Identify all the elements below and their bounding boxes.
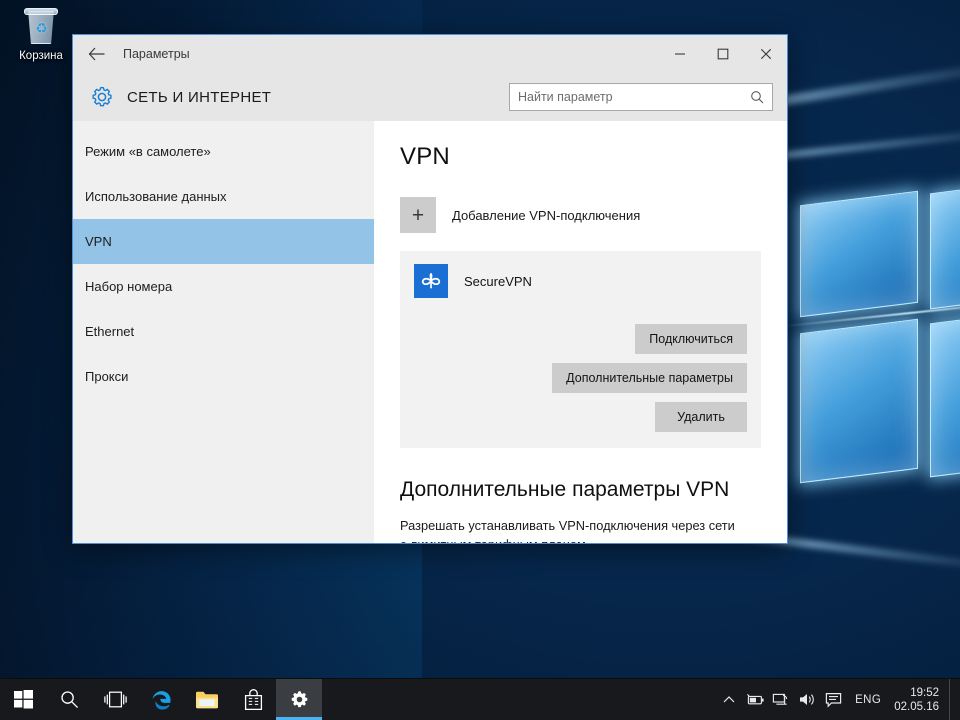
maximize-button[interactable] — [701, 35, 744, 73]
vpn-connection-name: SecureVPN — [448, 274, 532, 289]
content-pane: VPN + Добавление VPN-подключения — [374, 121, 787, 543]
minimize-icon — [674, 48, 686, 60]
folder-icon — [195, 690, 219, 710]
sidebar-nav: Режим «в самолете» Использование данных … — [73, 121, 374, 543]
edge-button[interactable] — [138, 679, 184, 720]
category-header: СЕТЬ И ИНТЕРНЕТ — [73, 73, 787, 121]
settings-button[interactable] — [276, 679, 322, 720]
vpn-card-actions: Подключиться Дополнительные параметры Уд… — [414, 324, 747, 432]
search-button[interactable] — [46, 679, 92, 720]
recycle-bin-icon: ♻ — [20, 6, 62, 48]
remove-button[interactable]: Удалить — [655, 402, 747, 432]
tray-chevron-up-icon[interactable] — [716, 679, 742, 720]
add-vpn-label: Добавление VPN-подключения — [436, 208, 640, 223]
show-desktop-button[interactable] — [949, 679, 956, 720]
connect-button[interactable]: Подключиться — [635, 324, 747, 354]
system-tray: ENG 19:52 02.05.16 — [716, 679, 960, 720]
sidebar-item-dial-up[interactable]: Набор номера — [73, 264, 374, 309]
sidebar-item-data-usage[interactable]: Использование данных — [73, 174, 374, 219]
window-title: Параметры — [119, 47, 190, 61]
sidebar-item-label: Использование данных — [85, 189, 227, 204]
category-gear-icon — [85, 85, 119, 109]
recycle-symbol-icon: ♻ — [34, 21, 49, 36]
action-center-icon[interactable] — [820, 679, 846, 720]
category-title: СЕТЬ И ИНТЕРНЕТ — [119, 89, 271, 106]
store-bag-icon — [243, 689, 264, 711]
search-container — [509, 83, 773, 111]
file-explorer-button[interactable] — [184, 679, 230, 720]
search-icon — [60, 690, 79, 709]
desktop-icon-recycle-bin[interactable]: ♻ Корзина — [8, 6, 74, 63]
sidebar-item-label: Набор номера — [85, 279, 172, 294]
search-icon — [750, 90, 764, 104]
close-button[interactable] — [744, 35, 787, 73]
clock-date: 02.05.16 — [894, 700, 939, 714]
window-titlebar[interactable]: Параметры — [73, 35, 787, 73]
vpn-card-header: SecureVPN — [414, 264, 747, 298]
back-button[interactable] — [73, 35, 119, 73]
windows-logo-icon — [14, 690, 33, 709]
battery-icon[interactable] — [742, 679, 768, 720]
search-box[interactable] — [509, 83, 773, 111]
maximize-icon — [717, 48, 729, 60]
vpn-connection-card[interactable]: SecureVPN Подключиться Дополнительные па… — [400, 251, 761, 448]
advanced-section-title: Дополнительные параметры VPN — [400, 478, 761, 502]
start-button[interactable] — [0, 679, 46, 720]
desktop-icon-label: Корзина — [8, 50, 74, 63]
minimize-button[interactable] — [658, 35, 701, 73]
gear-icon — [289, 689, 310, 710]
clock[interactable]: 19:52 02.05.16 — [890, 679, 949, 720]
settings-window[interactable]: Параметры — [72, 34, 788, 544]
vpn-knot-icon — [414, 264, 448, 298]
plus-icon: + — [412, 205, 424, 226]
back-arrow-icon — [88, 47, 105, 61]
gear-icon — [90, 85, 114, 109]
page-title: VPN — [400, 143, 761, 171]
task-view-icon — [104, 691, 127, 708]
advanced-section-description: Разрешать устанавливать VPN-подключения … — [400, 516, 735, 543]
search-input[interactable] — [518, 90, 750, 104]
close-icon — [760, 48, 772, 60]
sidebar-item-vpn[interactable]: VPN — [73, 219, 374, 264]
add-vpn-plus-button[interactable]: + — [400, 197, 436, 233]
sidebar-item-airplane-mode[interactable]: Режим «в самолете» — [73, 129, 374, 174]
network-icon[interactable] — [768, 679, 794, 720]
task-view-button[interactable] — [92, 679, 138, 720]
sidebar-item-label: Режим «в самолете» — [85, 144, 211, 159]
language-indicator[interactable]: ENG — [846, 679, 890, 720]
store-button[interactable] — [230, 679, 276, 720]
window-controls — [658, 35, 787, 73]
sidebar-item-label: Прокси — [85, 369, 128, 384]
sidebar-item-proxy[interactable]: Прокси — [73, 354, 374, 399]
edge-icon — [150, 688, 173, 711]
add-vpn-connection-row[interactable]: + Добавление VPN-подключения — [400, 197, 761, 233]
volume-icon[interactable] — [794, 679, 820, 720]
sidebar-item-label: Ethernet — [85, 324, 134, 339]
taskbar[interactable]: ENG 19:52 02.05.16 — [0, 678, 960, 720]
advanced-options-button[interactable]: Дополнительные параметры — [552, 363, 747, 393]
clock-time: 19:52 — [894, 686, 939, 700]
sidebar-item-label: VPN — [85, 234, 112, 249]
window-body: Режим «в самолете» Использование данных … — [73, 121, 787, 543]
sidebar-item-ethernet[interactable]: Ethernet — [73, 309, 374, 354]
